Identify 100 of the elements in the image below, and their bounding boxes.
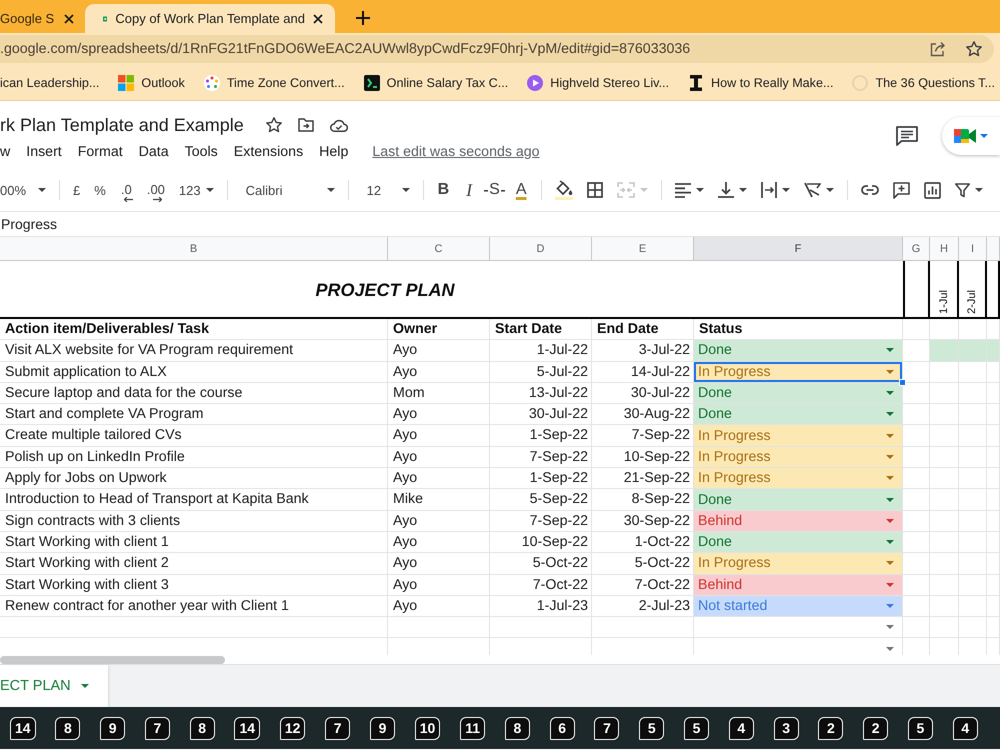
scrollbar-thumb[interactable] (0, 656, 225, 664)
text-color-button[interactable]: A (508, 176, 535, 204)
table-cell: Ayo (388, 362, 490, 383)
bookmark[interactable]: ican Leadership... (0, 76, 100, 90)
menu-item[interactable]: Insert (18, 144, 70, 160)
menu-item[interactable]: Help (311, 144, 356, 160)
notification-badge: 9 (370, 716, 395, 740)
column-header[interactable]: I (959, 237, 987, 260)
caret-icon (326, 188, 335, 192)
star-icon[interactable] (966, 41, 982, 57)
dropdown-caret-icon (886, 434, 894, 438)
comment-icon[interactable] (896, 126, 918, 146)
caret-icon (974, 188, 983, 192)
percent-button[interactable]: % (87, 176, 113, 204)
currency-button[interactable]: £ (66, 176, 88, 204)
column-heading: Action item/Deliverables/ Task (0, 319, 388, 340)
table-cell: Ayo (388, 553, 490, 575)
borders-icon (586, 182, 603, 198)
dropdown-caret-icon (886, 498, 894, 502)
document-title[interactable]: rk Plan Template and Example (0, 114, 244, 136)
address-bar[interactable]: .google.com/spreadsheets/d/1RnFG21tFnGDO6WeEAC2AUWwl8ypCwdFcz9F0hrj-VpM/edit#gid=876033036 (0, 35, 994, 63)
url-text: .google.com/spreadsheets/d/1RnFG21tFnGDO6WeEAC2AUWwl8ypCwdFcz9F0hrj-VpM/edit#gid=876033036 (0, 41, 692, 57)
notification-badge: 2 (818, 716, 844, 740)
plus-icon (356, 11, 370, 25)
column-header[interactable]: F (694, 237, 903, 260)
dropdown-caret-icon (886, 391, 894, 396)
cloud-icon[interactable] (330, 118, 348, 132)
column-heading: End Date (592, 319, 694, 340)
video-camera-icon (954, 127, 976, 145)
table-cell: Start Working with client 1 (0, 532, 388, 554)
column-header[interactable]: B (0, 237, 388, 260)
column-header[interactable]: H (930, 237, 959, 260)
fill-handle[interactable] (899, 378, 906, 386)
left-arrow-icon (124, 197, 133, 202)
caret-icon (696, 188, 704, 192)
column-header[interactable]: D (490, 237, 592, 260)
font-select[interactable]: Calibri (234, 176, 342, 204)
menu-item[interactable]: Data (130, 144, 177, 160)
close-icon[interactable] (313, 14, 323, 24)
font-size-select[interactable]: 12 (354, 176, 417, 204)
decrease-decimals-button[interactable]: .0 (112, 176, 140, 204)
italic-button[interactable]: I (457, 176, 482, 204)
dropdown-caret-icon (886, 454, 894, 459)
bookmark[interactable]: Online Salary Tax C... (364, 74, 508, 90)
number-format-select[interactable]: 123 (172, 176, 221, 204)
play-icon (527, 74, 544, 90)
caret-icon (782, 188, 790, 192)
merge-icon (616, 182, 635, 198)
table-cell: Ayo (388, 596, 490, 618)
bookmark[interactable]: Highveld Stereo Liv... (527, 74, 669, 90)
close-icon[interactable] (64, 14, 74, 24)
status-dropdown[interactable]: Done (694, 340, 903, 362)
empty-cell (903, 617, 930, 638)
dropdown-caret-icon (886, 561, 894, 566)
browser-tab[interactable]: Google S (0, 4, 82, 33)
status-dropdown[interactable]: Done (694, 382, 903, 404)
folder-icon[interactable] (298, 118, 314, 132)
notification-badge: 5 (639, 716, 664, 740)
status-dropdown[interactable]: Done (694, 404, 903, 426)
bold-button[interactable]: B (430, 176, 458, 204)
star-icon[interactable] (266, 117, 282, 133)
meet-button[interactable] (942, 117, 1000, 155)
bookmark[interactable]: Time Zone Convert... (204, 74, 345, 90)
bookmark[interactable]: The 36 Questions T... (852, 74, 995, 90)
menu-item[interactable]: w (0, 144, 18, 160)
status-dropdown[interactable]: Done (694, 489, 903, 511)
zoom-select[interactable]: 00% (0, 176, 54, 204)
table-cell: 5-Oct-22 (490, 553, 592, 575)
last-edit-link[interactable]: Last edit was seconds ago (372, 144, 540, 160)
table-cell: Mom (388, 382, 490, 404)
menu-item[interactable]: Format (70, 144, 131, 160)
caret-icon (80, 684, 89, 688)
column-header[interactable]: C (388, 237, 490, 260)
table-cell: 30-Jul-22 (490, 404, 592, 426)
table-cell: 7-Oct-22 (490, 574, 592, 596)
caret-icon (826, 188, 834, 192)
dropdown-caret-icon (886, 540, 894, 544)
formula-field[interactable]: Progress (0, 212, 1000, 236)
bookmark[interactable]: How to Really Make... (688, 74, 834, 90)
increase-decimals-button[interactable]: .00 (140, 176, 172, 204)
table-cell: 5-Sep-22 (490, 489, 592, 511)
table-cell: Start Working with client 3 (0, 574, 388, 596)
table-cell: 5-Jul-22 (490, 362, 592, 383)
column-header[interactable]: G (903, 237, 930, 260)
notification-badge: 14 (10, 716, 36, 740)
menu-item[interactable]: Extensions (226, 144, 312, 160)
table-cell: Start Working with client 2 (0, 553, 388, 575)
menu-item[interactable]: Tools (176, 144, 226, 160)
notification-badge: 7 (325, 716, 350, 740)
table-cell: 7-Sep-22 (490, 510, 592, 532)
browser-tab[interactable]: Copy of Work Plan Template and (85, 4, 335, 33)
status-dropdown[interactable]: Done (694, 532, 903, 554)
notification-badge: 6 (550, 716, 575, 740)
table-cell: 1-Sep-22 (490, 468, 592, 490)
i-beam-icon (688, 74, 704, 90)
share-icon[interactable] (930, 41, 946, 57)
notification-badge: 5 (908, 716, 933, 740)
notification-badge: 8 (55, 716, 80, 740)
sheet-tab[interactable]: ECT PLAN (0, 665, 108, 707)
bookmark[interactable]: Outlook (118, 74, 185, 90)
